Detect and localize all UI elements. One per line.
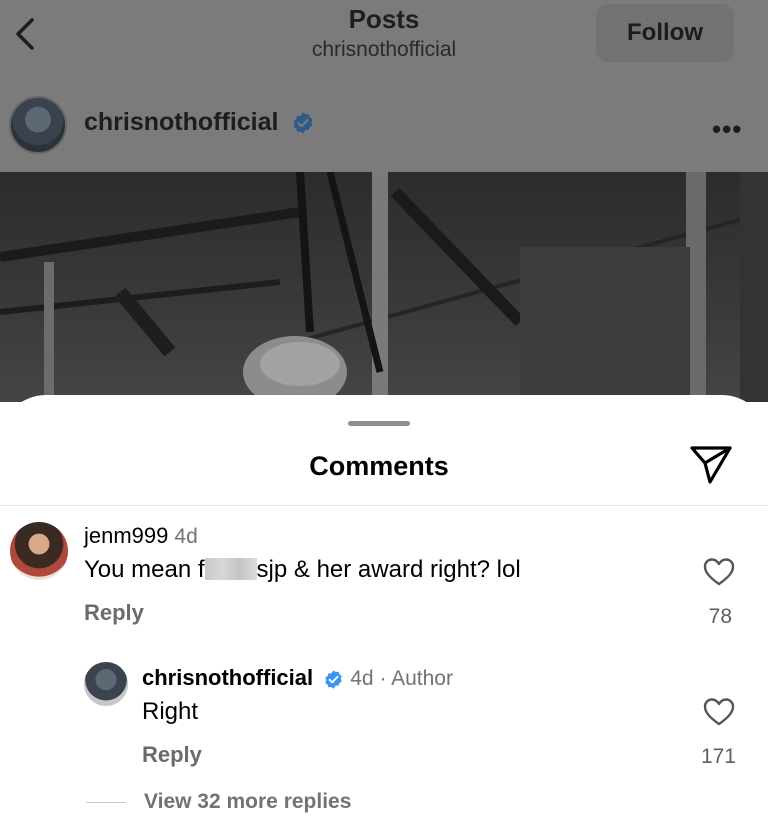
more-options-icon[interactable]: •••: [712, 114, 742, 145]
author-handle-wrap[interactable]: chrisnothofficial: [84, 108, 315, 137]
sheet-header-divider: [0, 505, 768, 506]
comment-username[interactable]: jenm999: [84, 523, 168, 548]
like-count: 78: [708, 605, 732, 628]
follow-button[interactable]: Follow: [596, 4, 734, 62]
like-count: 171: [700, 745, 736, 768]
like-heart-icon[interactable]: [703, 697, 735, 727]
send-icon[interactable]: [688, 443, 734, 485]
post-photo: [0, 172, 768, 402]
comment-text-end: sjp & her award right? lol: [256, 556, 521, 583]
commenter-avatar[interactable]: [10, 522, 68, 580]
comments-title: Comments: [309, 451, 449, 481]
censored-blur: [204, 558, 257, 580]
gym-photo-illustration: [0, 172, 768, 402]
top-navigation-bar: Posts chrisnothofficial Follow: [0, 0, 768, 88]
reply-text: Right: [142, 698, 199, 725]
comment-header: jenm999 4d: [84, 523, 198, 549]
comment-text-start: You mean f: [84, 556, 205, 583]
view-replies-line: [86, 802, 126, 803]
reply-button[interactable]: Reply: [142, 742, 202, 768]
post-author-row: chrisnothofficial •••: [0, 88, 768, 172]
verified-badge-icon: [325, 670, 342, 689]
comment-time: 4d: [174, 525, 198, 548]
author-avatar[interactable]: [9, 96, 67, 154]
sheet-drag-handle[interactable]: [348, 421, 410, 426]
reply-button[interactable]: Reply: [84, 600, 144, 626]
author-username[interactable]: chrisnothofficial: [84, 108, 278, 136]
view-more-replies-button[interactable]: View 32 more replies: [144, 790, 351, 814]
reply-username[interactable]: chrisnothofficial: [142, 665, 313, 690]
comment-text: You mean f sjp & her award right? lol: [84, 556, 521, 584]
verified-badge-icon: [294, 112, 313, 134]
reply-time-author: 4d · Author: [350, 667, 453, 690]
like-heart-icon[interactable]: [703, 557, 735, 587]
comments-sheet: Comments jenm999 4d You mean f sjp & her a…: [0, 395, 768, 839]
reply-header: chrisnothofficial 4d · Author: [142, 665, 453, 691]
reply-author-avatar[interactable]: [84, 662, 128, 706]
